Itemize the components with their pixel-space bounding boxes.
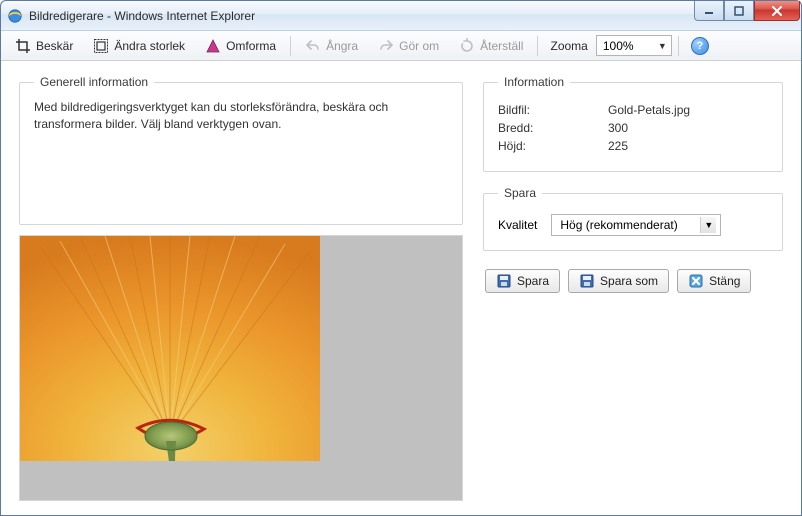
- file-value: Gold-Petals.jpg: [608, 103, 690, 117]
- help-button[interactable]: ?: [691, 37, 709, 55]
- quality-label: Kvalitet: [498, 218, 537, 232]
- transform-icon: [205, 38, 221, 54]
- redo-button[interactable]: Gör om: [370, 34, 447, 58]
- height-value: 225: [608, 139, 628, 153]
- transform-button[interactable]: Omforma: [197, 34, 284, 58]
- separator: [537, 36, 538, 56]
- separator: [290, 36, 291, 56]
- undo-button[interactable]: Ångra: [297, 34, 366, 58]
- window-controls: [694, 1, 801, 30]
- resize-button[interactable]: Ändra storlek: [85, 34, 193, 58]
- left-column: Generell information Med bildredigerings…: [19, 75, 463, 501]
- chevron-down-icon: ▼: [700, 217, 716, 233]
- ie-icon: [7, 8, 23, 24]
- action-buttons: Spara Spara som: [483, 269, 783, 293]
- close-button-action[interactable]: Stäng: [677, 269, 751, 293]
- info-row-file: Bildfil: Gold-Petals.jpg: [498, 103, 768, 117]
- file-label: Bildfil:: [498, 103, 608, 117]
- zoom-label: Zooma: [546, 39, 591, 53]
- crop-label: Beskär: [36, 39, 73, 53]
- redo-label: Gör om: [399, 39, 439, 53]
- save-icon: [579, 273, 595, 289]
- info-row-width: Bredd: 300: [498, 121, 768, 135]
- save-button-label: Spara: [517, 274, 549, 288]
- general-text: Med bildredigeringsverktyget kan du stor…: [34, 99, 448, 133]
- undo-label: Ångra: [326, 39, 358, 53]
- reset-button[interactable]: Återställ: [451, 34, 531, 58]
- right-column: Information Bildfil: Gold-Petals.jpg Bre…: [483, 75, 783, 501]
- close-icon: [688, 273, 704, 289]
- image-preview-area: [19, 235, 463, 501]
- crop-icon: [15, 38, 31, 54]
- info-legend: Information: [498, 75, 570, 89]
- info-group: Information Bildfil: Gold-Petals.jpg Bre…: [483, 75, 783, 172]
- width-label: Bredd:: [498, 121, 608, 135]
- height-label: Höjd:: [498, 139, 608, 153]
- save-button[interactable]: Spara: [485, 269, 560, 293]
- quality-row: Kvalitet Hög (rekommenderat) ▼: [498, 214, 768, 236]
- save-as-button-label: Spara som: [600, 274, 658, 288]
- save-icon: [496, 273, 512, 289]
- general-legend: Generell information: [34, 75, 154, 89]
- crop-button[interactable]: Beskär: [7, 34, 81, 58]
- titlebar: Bildredigerare - Windows Internet Explor…: [1, 1, 801, 31]
- help-icon: ?: [696, 40, 703, 52]
- general-info-group: Generell information Med bildredigerings…: [19, 75, 463, 225]
- reset-label: Återställ: [480, 39, 523, 53]
- redo-icon: [378, 38, 394, 54]
- window: Bildredigerare - Windows Internet Explor…: [0, 0, 802, 516]
- resize-label: Ändra storlek: [114, 39, 185, 53]
- save-group: Spara Kvalitet Hög (rekommenderat) ▼: [483, 186, 783, 251]
- close-button-label: Stäng: [709, 274, 740, 288]
- resize-icon: [93, 38, 109, 54]
- zoom-value: 100%: [603, 39, 634, 53]
- info-row-height: Höjd: 225: [498, 139, 768, 153]
- undo-icon: [305, 38, 321, 54]
- quality-select[interactable]: Hög (rekommenderat) ▼: [551, 214, 721, 236]
- maximize-button[interactable]: [724, 1, 754, 21]
- close-button[interactable]: [754, 1, 800, 21]
- save-legend: Spara: [498, 186, 542, 200]
- transform-label: Omforma: [226, 39, 276, 53]
- quality-value: Hög (rekommenderat): [560, 218, 677, 232]
- zoom-select[interactable]: 100% ▼: [596, 35, 672, 56]
- reset-icon: [459, 38, 475, 54]
- window-title: Bildredigerare - Windows Internet Explor…: [29, 9, 255, 23]
- save-as-button[interactable]: Spara som: [568, 269, 669, 293]
- toolbar: Beskär Ändra storlek Omforma: [1, 31, 801, 61]
- content: Generell information Med bildredigerings…: [1, 61, 801, 515]
- chevron-down-icon: ▼: [658, 41, 667, 51]
- minimize-button[interactable]: [694, 1, 724, 21]
- image-preview: [20, 236, 320, 461]
- separator: [678, 36, 679, 56]
- width-value: 300: [608, 121, 628, 135]
